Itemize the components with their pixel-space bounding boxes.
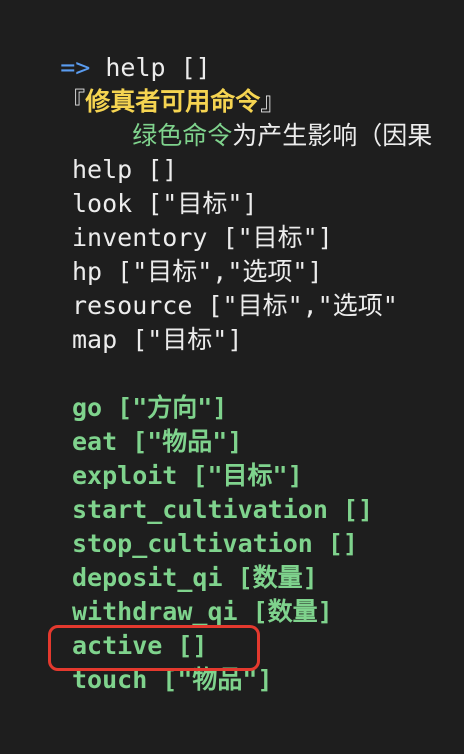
command-exploit: exploit ["目标"] — [72, 461, 303, 490]
command-go: go ["方向"] — [72, 393, 228, 422]
help-title: 『修真者可用命令』 — [0, 51, 285, 116]
command-withdraw-qi: withdraw_qi [数量] — [72, 597, 333, 626]
command-active: active [] — [72, 631, 208, 660]
command-start-cultivation: start_cultivation [] — [72, 495, 374, 524]
command-touch: touch ["物品"] — [72, 665, 273, 694]
command-deposit-qi: deposit_qi [数量] — [72, 563, 318, 592]
legend-line: 绿色命令为产生影响（因果 — [0, 85, 432, 150]
command-hp: hp ["目标","选项"] — [72, 257, 323, 286]
command-inventory: inventory ["目标"] — [72, 223, 333, 252]
command-resource: resource ["目标","选项" — [72, 291, 398, 320]
command-map: map ["目标"] — [72, 325, 243, 354]
command-look: look ["目标"] — [72, 189, 258, 218]
legend-description: 为产生影响（因果 — [232, 121, 433, 150]
command-prompt-line: => help [] — [0, 17, 211, 82]
command-help: help [] — [72, 155, 178, 184]
command-eat: eat ["物品"] — [72, 427, 243, 456]
legend-green-label: 绿色命令 — [132, 121, 233, 150]
command-stop-cultivation: stop_cultivation [] — [72, 529, 358, 558]
